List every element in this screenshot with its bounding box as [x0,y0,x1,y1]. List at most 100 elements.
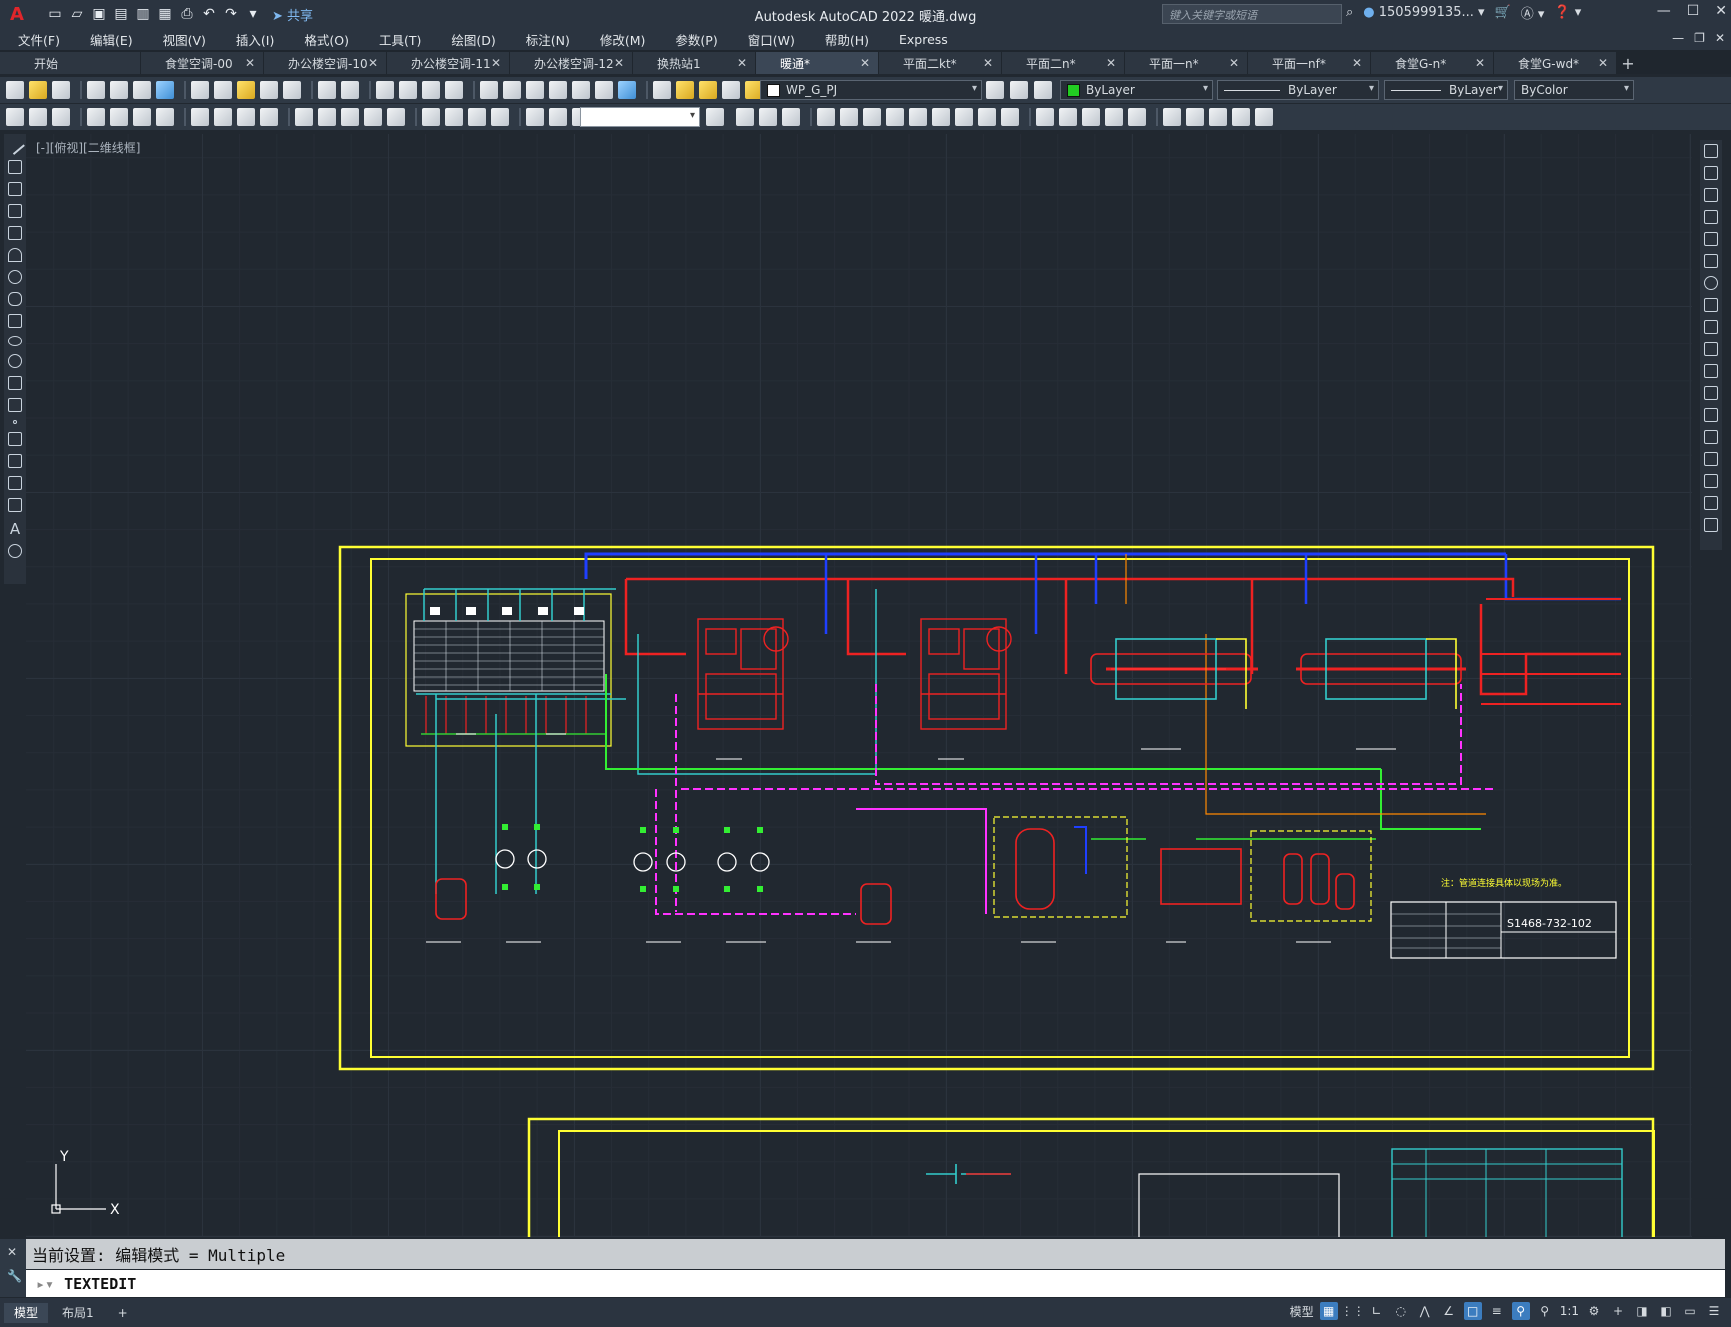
make-block-icon[interactable] [8,398,22,412]
linear-dimension-icon[interactable] [87,108,105,126]
plotstyle-dropdown[interactable]: ByColor ▾ [1514,80,1634,100]
mirror-side-icon[interactable] [1704,188,1718,202]
model-space-toggle[interactable]: 模型 [1290,1303,1314,1320]
copy-object-icon[interactable] [759,108,777,126]
doc-minimize-icon[interactable]: — [1672,31,1684,45]
maximize-icon[interactable]: ☐ [1687,3,1700,19]
erase-icon[interactable] [736,108,754,126]
menu-dimension[interactable]: 标注(N) [508,30,582,49]
block-editor-icon[interactable] [283,81,301,99]
tab-close-icon[interactable]: ✕ [1106,56,1116,70]
tool-icon[interactable] [29,108,47,126]
tab-canteen-ac-00[interactable]: 食堂空调-00 ✕ [141,52,263,74]
layer-viewport-icon[interactable] [722,81,740,99]
layer-dropdown[interactable]: WP_G_PJ ▾ [760,80,982,100]
ortho-icon[interactable]: ∟ [1368,1302,1386,1320]
menu-modify[interactable]: 修改(M) [582,30,658,49]
close-icon[interactable]: ✕ [1715,3,1727,19]
tab-close-icon[interactable]: ✕ [737,56,747,70]
cut-icon[interactable] [191,81,209,99]
menu-tools[interactable]: 工具(T) [361,30,433,49]
center-mark-icon[interactable] [445,108,463,126]
grid-icon[interactable]: ▦ [1319,1302,1338,1320]
web-open-icon[interactable]: ▥ [134,5,152,23]
tab-close-icon[interactable]: ✕ [1229,56,1239,70]
stretch-icon[interactable] [932,108,950,126]
isolate-objects-icon[interactable]: ◨ [1633,1302,1651,1320]
line-icon[interactable] [5,135,25,155]
layer-freeze-icon[interactable] [699,81,717,99]
menu-insert[interactable]: 插入(I) [218,30,286,49]
zoom-realtime-icon[interactable] [399,81,417,99]
lengthen-icon[interactable] [1128,108,1146,126]
rotate-icon[interactable] [886,108,904,126]
qnew-icon[interactable] [6,81,24,99]
multiline-text-icon[interactable]: A [4,520,26,538]
zoom-window-icon[interactable] [422,81,440,99]
menu-draw[interactable]: 绘图(D) [433,30,507,49]
explode-side-icon[interactable] [1704,518,1718,532]
tab-office-ac-10[interactable]: 办公楼空调-10 ✕ [264,52,386,74]
help-toolbar-icon[interactable] [618,81,636,99]
share-button[interactable]: ➤ 共享 [272,5,313,24]
tool-icon[interactable] [6,108,24,126]
dimension-style-dropdown[interactable]: ▾ [580,107,700,127]
hatch-icon[interactable] [8,432,22,446]
cart-icon[interactable]: 🛒 [1495,5,1511,20]
tab-close-icon[interactable]: ✕ [614,56,624,70]
tab-close-icon[interactable]: ✕ [491,56,501,70]
isodraft-icon[interactable]: ⋀ [1416,1302,1434,1320]
diameter-dimension-icon[interactable] [237,108,255,126]
ordinate-dimension-icon[interactable] [156,108,174,126]
layer-on-icon[interactable] [676,81,694,99]
open-file-icon[interactable]: ▱ [68,5,86,23]
tab-close-icon[interactable]: ✕ [1598,56,1608,70]
angular-dimension-icon[interactable] [260,108,278,126]
chamfer-side-icon[interactable] [1704,452,1718,466]
save-as-icon[interactable]: ▤ [112,5,130,23]
layout-tab-model[interactable]: 模型 [4,1302,49,1323]
pan-icon[interactable] [376,81,394,99]
fillet-side-icon[interactable] [1704,474,1718,488]
sheet-set-icon[interactable] [549,81,567,99]
dimension-text-edit-icon[interactable] [549,108,567,126]
table-icon[interactable] [8,498,22,512]
menu-view[interactable]: 视图(V) [145,30,218,49]
quickcalc-icon[interactable] [595,81,613,99]
scale-side-icon[interactable] [1704,298,1718,312]
design-center-icon[interactable] [503,81,521,99]
command-prompt-icon[interactable]: ▸▾ [36,1275,54,1293]
layer-state-icon[interactable] [1034,81,1052,99]
clean-screen-icon[interactable]: ▭ [1681,1302,1699,1320]
array-icon[interactable] [840,108,858,126]
command-input[interactable]: ▸▾ TEXTEDIT [26,1270,1725,1297]
redo-toolbar-icon[interactable] [341,81,359,99]
break-icon[interactable] [1001,108,1019,126]
extend-icon[interactable] [978,108,996,126]
redo-icon[interactable]: ↷ [222,5,240,23]
menu-help[interactable]: 帮助(H) [807,30,881,49]
tab-close-icon[interactable]: ✕ [1475,56,1485,70]
gradient-icon[interactable] [8,454,22,468]
lineweight-dropdown[interactable]: ByLayer ▾ [1384,80,1508,100]
insert-block-icon[interactable] [8,376,22,390]
save-toolbar-icon[interactable] [52,81,70,99]
search-input[interactable]: 键入关键字或短语 [1162,4,1342,24]
tab-canteen-g-n[interactable]: 食堂G-n* ✕ [1371,52,1493,74]
explode-icon[interactable] [1105,108,1123,126]
baseline-dimension-icon[interactable] [318,108,336,126]
region-icon[interactable] [8,476,22,490]
tab-canteen-g-wd[interactable]: 食堂G-wd* ✕ [1494,52,1616,74]
break-point-side-icon[interactable] [1704,386,1718,400]
markup-icon[interactable] [572,81,590,99]
paste-icon[interactable] [237,81,255,99]
tab-close-icon[interactable]: ✕ [860,56,870,70]
drawing-canvas[interactable]: [-][俯视][二维线框] 注：管道连接具体以现场为准。 S1468-732-1… [26,134,1692,1237]
tab-start[interactable]: 开始 [0,52,140,74]
tab-hvac-active[interactable]: 暖通* ✕ [756,52,878,74]
rectangle-icon[interactable] [8,226,22,240]
lineweight-toggle-icon[interactable]: ≡ [1488,1302,1506,1320]
undo-toolbar-icon[interactable] [318,81,336,99]
undo-icon[interactable]: ↶ [200,5,218,23]
dimension-edit-icon[interactable] [526,108,544,126]
